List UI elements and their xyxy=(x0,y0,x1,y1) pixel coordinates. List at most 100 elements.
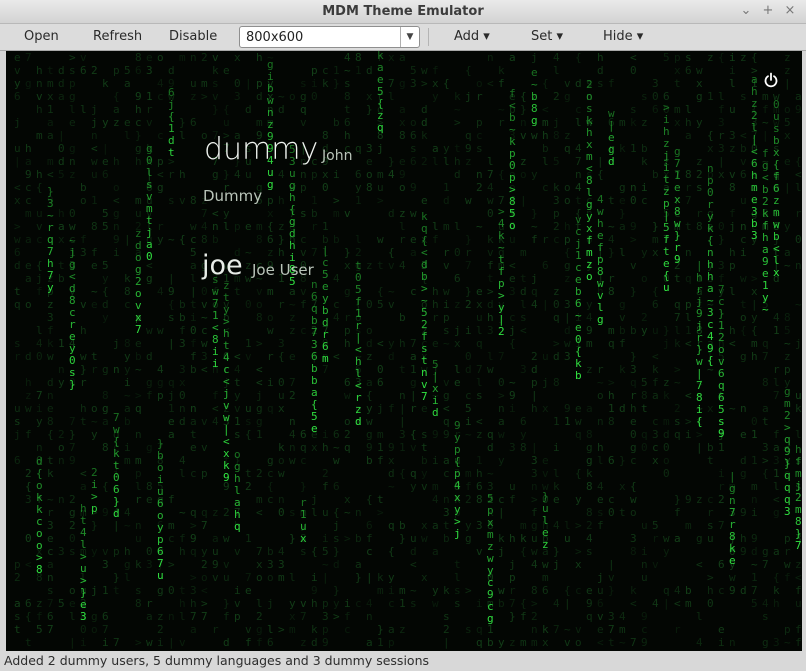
svg-text:9: 9 xyxy=(366,441,373,454)
svg-text:7: 7 xyxy=(762,350,769,363)
svg-text:d: d xyxy=(487,298,494,311)
svg-text:9: 9 xyxy=(322,636,329,649)
close-button[interactable]: × xyxy=(782,3,798,19)
set-menu-button[interactable]: Set ▾ xyxy=(531,29,563,44)
svg-text:~: ~ xyxy=(465,428,472,441)
svg-text:2: 2 xyxy=(443,623,450,636)
svg-text:j: j xyxy=(597,571,604,584)
svg-text:{: { xyxy=(377,285,384,298)
maximize-button[interactable]: + xyxy=(760,3,776,19)
svg-text:3: 3 xyxy=(652,428,659,441)
svg-text:r: r xyxy=(674,623,681,636)
power-icon[interactable] xyxy=(763,72,779,88)
svg-text:n: n xyxy=(751,493,758,506)
svg-text:k: k xyxy=(212,64,219,77)
svg-text:5: 5 xyxy=(751,597,758,610)
svg-text:8: 8 xyxy=(201,233,208,246)
svg-text:n: n xyxy=(443,493,450,506)
svg-text:i: i xyxy=(80,636,87,649)
svg-text:l: l xyxy=(311,506,318,519)
svg-text:i: i xyxy=(388,584,395,597)
svg-text:n: n xyxy=(795,259,802,272)
svg-text:x: x xyxy=(421,571,428,584)
svg-text:f: f xyxy=(674,506,681,519)
svg-text:d: d xyxy=(454,168,461,181)
svg-text:~: ~ xyxy=(564,623,571,636)
svg-text:a: a xyxy=(399,103,406,116)
svg-text:2: 2 xyxy=(289,389,296,402)
svg-text:0: 0 xyxy=(322,181,329,194)
svg-text:6: 6 xyxy=(135,64,142,77)
svg-text:y: y xyxy=(223,207,230,220)
svg-text:y: y xyxy=(333,597,340,610)
svg-text:~: ~ xyxy=(729,402,736,415)
svg-text:y: y xyxy=(388,571,395,584)
svg-text:r: r xyxy=(498,116,505,129)
svg-text:a: a xyxy=(432,545,439,558)
svg-text:|: | xyxy=(69,636,76,649)
svg-text:m: m xyxy=(465,467,472,480)
open-button[interactable]: Open xyxy=(24,29,59,44)
svg-text:4: 4 xyxy=(234,363,241,376)
svg-text:b: b xyxy=(575,369,582,382)
svg-text:{: { xyxy=(773,571,780,584)
resolution-select[interactable]: 800x600 ▼ xyxy=(239,26,420,48)
svg-text:r: r xyxy=(718,480,725,493)
svg-text:f: f xyxy=(608,77,615,90)
svg-text:o: o xyxy=(575,636,582,649)
svg-text:b: b xyxy=(542,142,549,155)
svg-text:z: z xyxy=(707,51,714,64)
svg-text:{: { xyxy=(762,467,769,480)
svg-text:z: z xyxy=(663,376,670,389)
svg-text:5: 5 xyxy=(410,64,417,77)
svg-text:r: r xyxy=(344,311,351,324)
svg-text:s: s xyxy=(685,51,692,64)
svg-text:8: 8 xyxy=(124,337,131,350)
svg-text:z: z xyxy=(245,259,252,272)
svg-text:w: w xyxy=(663,532,670,545)
disable-button[interactable]: Disable xyxy=(169,29,217,44)
svg-text:4: 4 xyxy=(553,51,560,64)
svg-text:{: { xyxy=(795,155,802,168)
svg-text:l: l xyxy=(542,155,549,168)
user-joe-name[interactable]: joe xyxy=(202,250,243,281)
svg-text:<: < xyxy=(201,584,208,597)
svg-text:t: t xyxy=(377,493,384,506)
svg-text:k: k xyxy=(498,532,505,545)
svg-text:h: h xyxy=(36,168,43,181)
svg-text:s: s xyxy=(135,584,142,597)
svg-text:s: s xyxy=(300,545,307,558)
svg-text:v: v xyxy=(80,51,87,64)
chevron-down-icon[interactable]: ▼ xyxy=(400,27,419,47)
svg-text:l: l xyxy=(729,285,736,298)
svg-text:b: b xyxy=(355,532,362,545)
svg-text:|: | xyxy=(58,129,65,142)
svg-text:x: x xyxy=(344,259,351,272)
svg-text:v: v xyxy=(608,571,615,584)
hide-menu-button[interactable]: Hide ▾ xyxy=(603,29,643,44)
svg-text:j: j xyxy=(267,597,274,610)
svg-text:q: q xyxy=(685,272,692,285)
svg-text:j: j xyxy=(454,527,461,540)
svg-text:k: k xyxy=(586,467,593,480)
svg-text:u: u xyxy=(410,532,417,545)
refresh-button[interactable]: Refresh xyxy=(93,29,142,44)
svg-text:w: w xyxy=(80,350,87,363)
svg-text:9: 9 xyxy=(410,181,417,194)
user-dummy-name[interactable]: dummy xyxy=(204,132,318,167)
svg-text:2: 2 xyxy=(201,558,208,571)
svg-text:p: p xyxy=(234,610,241,623)
svg-text:8: 8 xyxy=(641,389,648,402)
svg-text:3: 3 xyxy=(80,246,87,259)
svg-text:w: w xyxy=(542,558,549,571)
svg-text:4: 4 xyxy=(762,597,769,610)
svg-text:m: m xyxy=(333,207,340,220)
svg-text:|: | xyxy=(366,571,373,584)
svg-text:j: j xyxy=(36,272,43,285)
minimize-button[interactable]: ⌄ xyxy=(738,3,754,19)
add-menu-button[interactable]: Add ▾ xyxy=(454,29,490,44)
svg-text:o: o xyxy=(80,194,87,207)
svg-text:v: v xyxy=(597,610,604,623)
svg-text:x: x xyxy=(674,64,681,77)
svg-text:g: g xyxy=(740,350,747,363)
